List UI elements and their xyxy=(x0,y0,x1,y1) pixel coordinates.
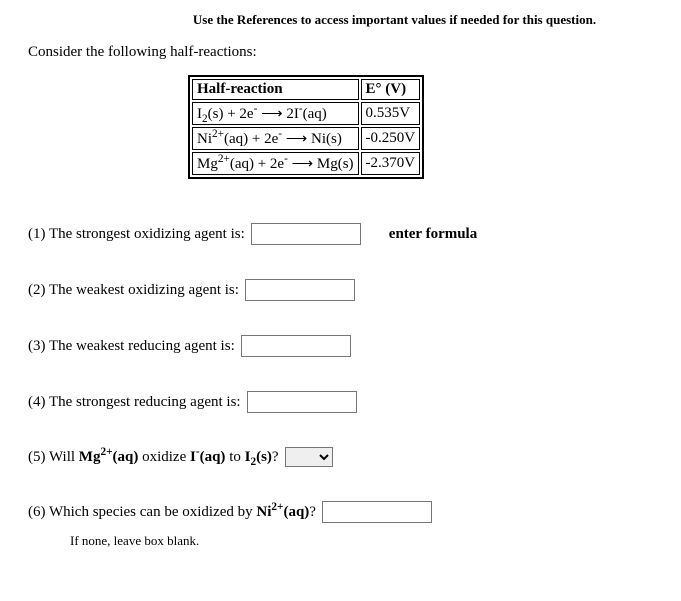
q2-input[interactable] xyxy=(245,279,355,301)
reaction-cell: Ni2+(aq) + 2e- ⟶ Ni(s) xyxy=(192,127,359,150)
question-5: (5) Will Mg2+(aq) oxidize I-(aq) to I2(s… xyxy=(28,447,661,467)
potential-cell: 0.535V xyxy=(361,102,421,125)
col-header-potential: E° (V) xyxy=(361,79,421,100)
table-row: Ni2+(aq) + 2e- ⟶ Ni(s) -0.250V xyxy=(192,127,420,150)
q1-label: (1) The strongest oxidizing agent is: xyxy=(28,226,245,243)
question-3: (3) The weakest reducing agent is: xyxy=(28,335,661,357)
q1-input[interactable] xyxy=(251,223,361,245)
half-reaction-table: Half-reaction E° (V) I2(s) + 2e- ⟶ 2I-(a… xyxy=(188,75,424,179)
q5-select[interactable] xyxy=(285,447,333,467)
q5-label: (5) Will Mg2+(aq) oxidize I-(aq) to I2(s… xyxy=(28,449,279,466)
q3-input[interactable] xyxy=(241,335,351,357)
col-header-reaction: Half-reaction xyxy=(192,79,359,100)
references-note: Use the References to access important v… xyxy=(128,12,661,28)
q6-input[interactable] xyxy=(322,501,432,523)
table-row: I2(s) + 2e- ⟶ 2I-(aq) 0.535V xyxy=(192,102,420,125)
q4-label: (4) The strongest reducing agent is: xyxy=(28,394,241,411)
potential-cell: -2.370V xyxy=(361,152,421,175)
question-1: (1) The strongest oxidizing agent is: en… xyxy=(28,223,661,245)
potential-cell: -0.250V xyxy=(361,127,421,150)
table-row: Mg2+(aq) + 2e- ⟶ Mg(s) -2.370V xyxy=(192,152,420,175)
question-6: (6) Which species can be oxidized by Ni2… xyxy=(28,501,661,523)
q2-label: (2) The weakest oxidizing agent is: xyxy=(28,282,239,299)
q3-label: (3) The weakest reducing agent is: xyxy=(28,338,235,355)
question-4: (4) The strongest reducing agent is: xyxy=(28,391,661,413)
question-2: (2) The weakest oxidizing agent is: xyxy=(28,279,661,301)
reaction-cell: I2(s) + 2e- ⟶ 2I-(aq) xyxy=(192,102,359,125)
half-reaction-table-wrap: Half-reaction E° (V) I2(s) + 2e- ⟶ 2I-(a… xyxy=(188,75,661,179)
intro-text: Consider the following half-reactions: xyxy=(28,44,661,61)
q1-hint: enter formula xyxy=(389,226,477,243)
q4-input[interactable] xyxy=(247,391,357,413)
reaction-cell: Mg2+(aq) + 2e- ⟶ Mg(s) xyxy=(192,152,359,175)
q6-sublabel: If none, leave box blank. xyxy=(70,533,661,549)
q6-label: (6) Which species can be oxidized by Ni2… xyxy=(28,504,316,521)
